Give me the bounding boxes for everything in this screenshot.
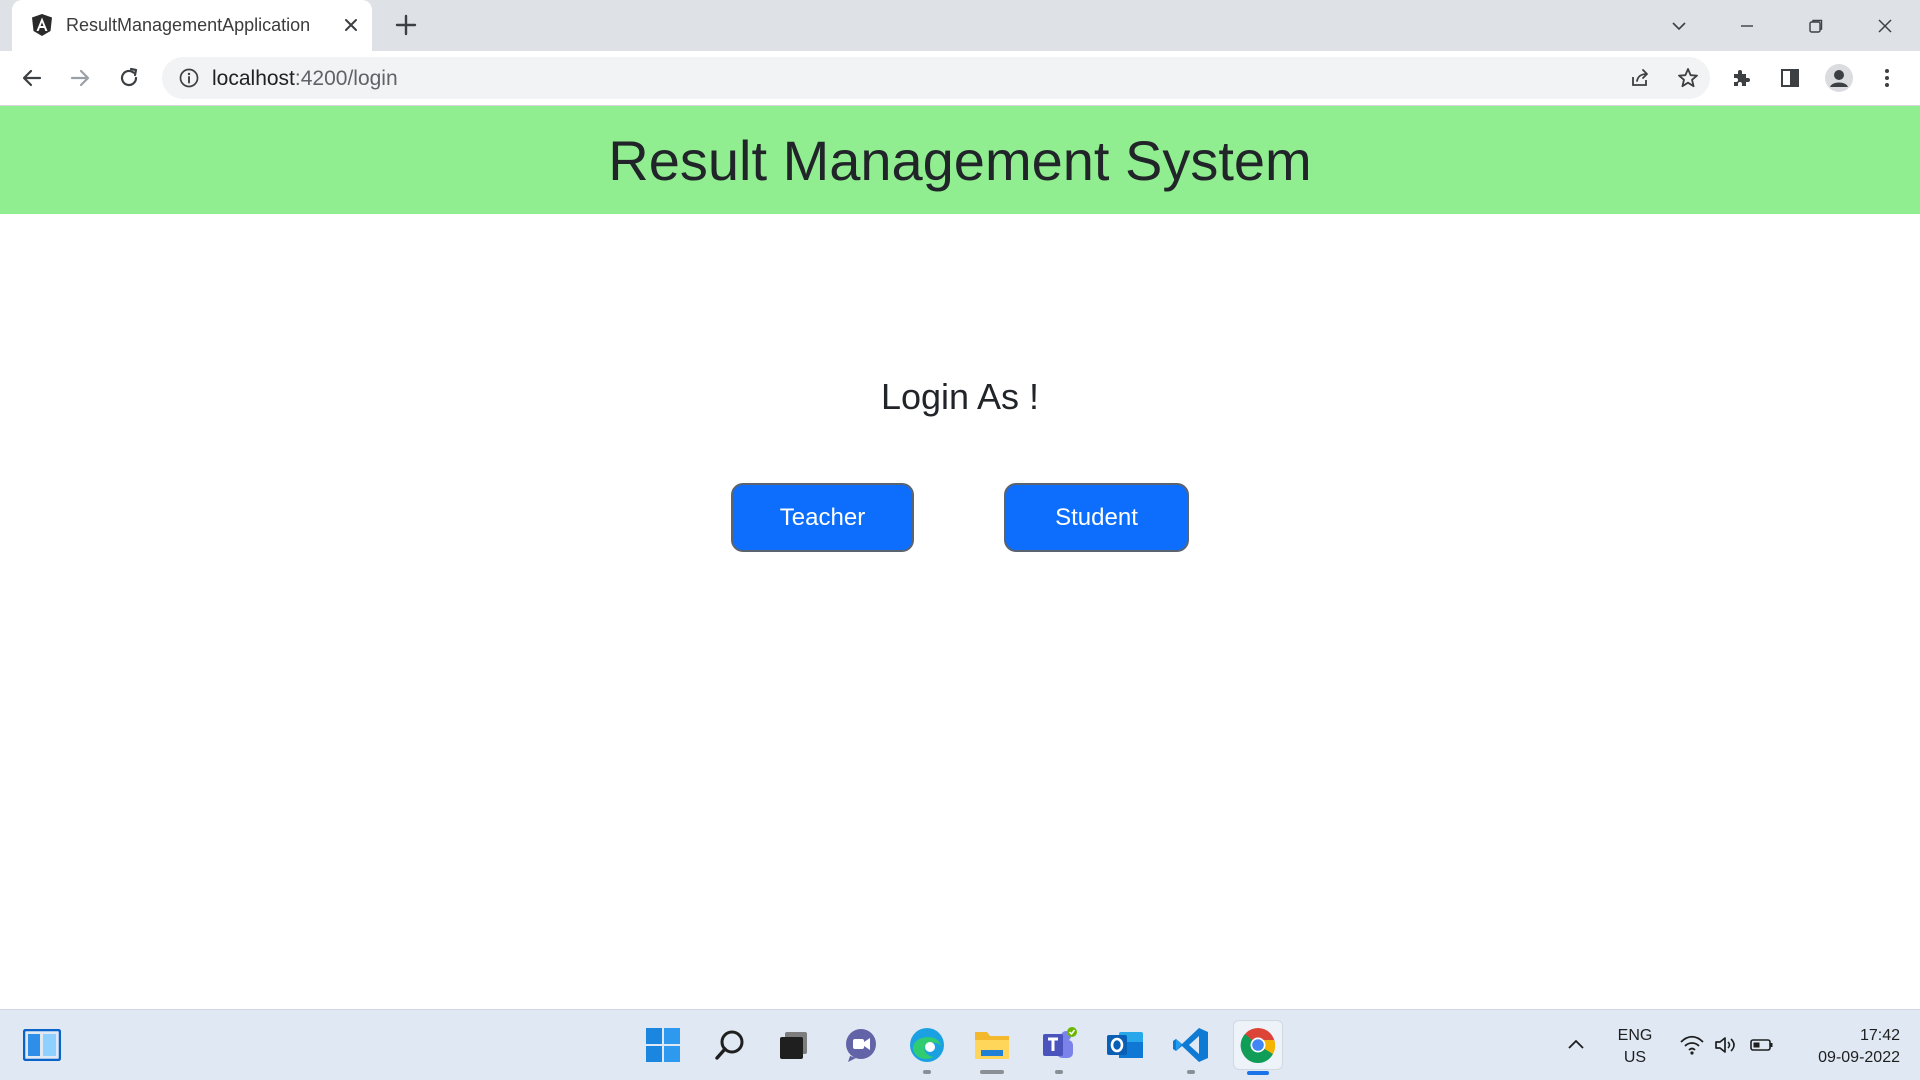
- web-page: Result Management System Login As ! Teac…: [0, 106, 1920, 1009]
- widgets-icon[interactable]: [19, 1022, 65, 1068]
- outlook-icon[interactable]: [1102, 1022, 1148, 1068]
- side-panel-icon[interactable]: [1773, 61, 1807, 95]
- header-banner: Result Management System: [0, 106, 1920, 214]
- task-view-icon[interactable]: [771, 1022, 817, 1068]
- battery-icon[interactable]: [1747, 1022, 1777, 1068]
- teacher-login-button[interactable]: Teacher: [731, 483, 914, 552]
- plus-icon[interactable]: [392, 11, 420, 39]
- wifi-icon[interactable]: [1677, 1022, 1707, 1068]
- running-indicator: [1055, 1070, 1063, 1074]
- clock-date: 09-09-2022: [1818, 1049, 1900, 1066]
- tab-title: ResultManagementApplication: [66, 15, 311, 35]
- page-title: Result Management System: [608, 128, 1312, 192]
- url-text: localhost:4200/login: [212, 67, 398, 90]
- clock-time: 17:42: [1859, 1027, 1900, 1044]
- login-heading: Login As !: [880, 376, 1040, 417]
- browser-toolbar: localhost:4200/login: [0, 51, 1920, 106]
- star-icon[interactable]: [1671, 61, 1705, 95]
- windows-taskbar: ENG US 17:42 09-09-2022: [0, 1009, 1920, 1080]
- close-window-icon[interactable]: [1867, 8, 1903, 44]
- profile-icon[interactable]: [1822, 61, 1856, 95]
- running-indicator: [923, 1070, 931, 1074]
- teams-icon[interactable]: [1036, 1022, 1082, 1074]
- more-vert-icon[interactable]: [1870, 61, 1904, 95]
- student-login-button[interactable]: Student: [1004, 483, 1189, 552]
- file-explorer-icon[interactable]: [969, 1022, 1015, 1074]
- chevron-up-icon[interactable]: [1560, 1022, 1592, 1068]
- language-code: ENG: [1617, 1027, 1653, 1044]
- angular-logo-icon: [32, 14, 52, 36]
- running-indicator: [980, 1070, 1004, 1074]
- vscode-icon[interactable]: [1168, 1022, 1214, 1074]
- search-icon[interactable]: [707, 1022, 753, 1068]
- address-bar[interactable]: localhost:4200/login: [162, 57, 1710, 99]
- puzzle-icon[interactable]: [1725, 61, 1759, 95]
- share-icon[interactable]: [1623, 61, 1657, 95]
- windows-start-icon[interactable]: [640, 1022, 686, 1068]
- chrome-icon[interactable]: [1233, 1020, 1283, 1075]
- minimize-icon[interactable]: [1729, 8, 1765, 44]
- reload-icon[interactable]: [112, 61, 146, 95]
- chevron-down-icon[interactable]: [1661, 8, 1697, 44]
- browser-tab-strip: ResultManagementApplication: [0, 0, 1920, 51]
- browser-tab[interactable]: ResultManagementApplication: [12, 0, 372, 51]
- restore-icon[interactable]: [1798, 8, 1834, 44]
- edge-icon[interactable]: [904, 1022, 950, 1074]
- info-icon[interactable]: [178, 67, 200, 89]
- active-indicator: [1247, 1071, 1269, 1075]
- region-code: US: [1623, 1049, 1647, 1066]
- forward-arrow-icon[interactable]: [63, 61, 97, 95]
- back-arrow-icon[interactable]: [15, 61, 49, 95]
- close-icon[interactable]: [340, 14, 362, 36]
- chat-icon[interactable]: [838, 1022, 884, 1068]
- volume-icon[interactable]: [1711, 1022, 1741, 1068]
- clock[interactable]: 17:42 09-09-2022: [1790, 1025, 1900, 1069]
- running-indicator: [1187, 1070, 1195, 1074]
- input-language-indicator[interactable]: ENG US: [1608, 1025, 1662, 1069]
